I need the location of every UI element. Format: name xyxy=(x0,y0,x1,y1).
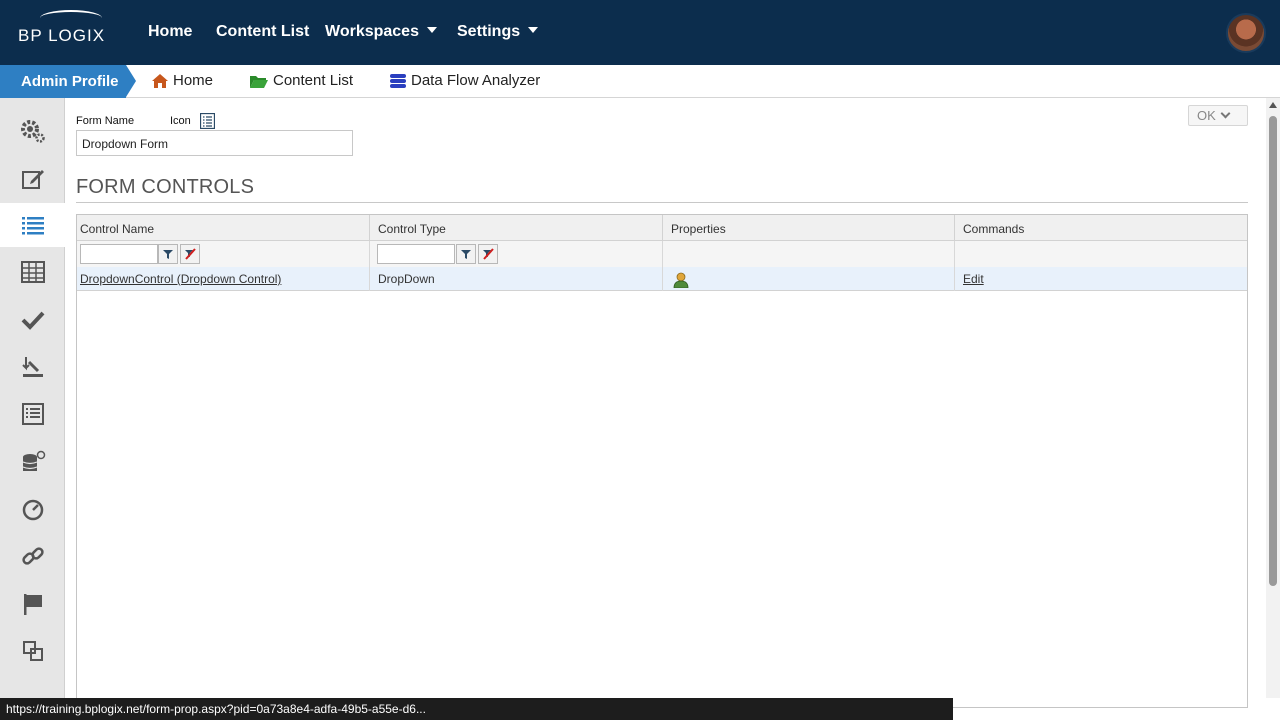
filter-row xyxy=(77,241,1247,267)
column-header-properties: Properties xyxy=(663,215,955,241)
edit-icon xyxy=(21,170,44,189)
sidebar-item-tasks[interactable] xyxy=(0,298,65,342)
icon-label: Icon xyxy=(170,115,191,127)
control-type-clear-filter-button[interactable] xyxy=(478,244,498,264)
main-content: Form Name Icon Dropdown Form OK FORM CON… xyxy=(66,98,1266,708)
edit-link[interactable]: Edit xyxy=(963,272,984,286)
flag-icon xyxy=(23,594,42,615)
user-properties-icon[interactable] xyxy=(673,272,689,289)
commands-cell: Edit xyxy=(955,267,1247,291)
nav-settings[interactable]: Settings xyxy=(457,23,539,41)
sidebar-item-flags[interactable] xyxy=(0,582,65,626)
properties-cell xyxy=(663,267,955,291)
control-name-filter-button[interactable] xyxy=(158,244,178,264)
gauge-icon xyxy=(22,499,43,521)
document-list-icon xyxy=(21,403,44,425)
scroll-up-arrow-icon[interactable] xyxy=(1269,102,1277,108)
form-name-input[interactable]: Dropdown Form xyxy=(76,130,353,156)
vertical-scrollbar[interactable] xyxy=(1266,98,1280,698)
control-name-filter-input[interactable] xyxy=(80,244,158,264)
download-icon xyxy=(21,357,43,377)
bplogix-logo[interactable]: BP LOGIX xyxy=(18,10,105,45)
sidebar-item-database[interactable] xyxy=(0,440,65,484)
admin-profile-crumb[interactable]: Admin Profile xyxy=(0,65,136,98)
control-name-cell: DropdownControl (Dropdown Control) xyxy=(77,267,370,291)
sidebar-item-edit[interactable] xyxy=(0,157,65,201)
clear-filter-icon xyxy=(483,248,494,260)
clear-filter-icon xyxy=(185,248,196,260)
form-controls-grid: Control Name Control Type Properties Com… xyxy=(76,214,1248,708)
chevron-down-icon xyxy=(1220,108,1231,119)
top-navigation-bar: BP LOGIX Home Content List Workspaces Se… xyxy=(0,0,1280,65)
link-icon xyxy=(21,547,44,565)
clone-icon xyxy=(22,641,43,661)
sidebar-item-download[interactable] xyxy=(0,345,65,389)
sidebar-item-settings[interactable] xyxy=(0,109,65,153)
database-icon xyxy=(390,73,406,88)
nav-content-list[interactable]: Content List xyxy=(216,23,309,41)
section-divider xyxy=(76,202,1248,203)
column-header-control-type[interactable]: Control Type xyxy=(370,215,663,241)
control-type-filter-button[interactable] xyxy=(456,244,476,264)
breadcrumb-bar: Admin Profile Home Content List Data Flo… xyxy=(0,65,1280,98)
column-header-commands: Commands xyxy=(963,222,1025,236)
check-icon xyxy=(21,311,44,330)
grid-header: Control Name Control Type Properties Com… xyxy=(77,215,1247,241)
column-header-control-name[interactable]: Control Name xyxy=(77,215,370,241)
folder-open-icon xyxy=(250,75,268,88)
form-icon-picker-icon[interactable] xyxy=(200,113,215,129)
sidebar-item-links[interactable] xyxy=(0,534,65,578)
crumb-home[interactable]: Home xyxy=(151,72,213,89)
chevron-down-icon xyxy=(426,26,437,33)
home-icon xyxy=(152,73,168,88)
filter-icon xyxy=(163,250,173,259)
status-bar-url: https://training.bplogix.net/form-prop.a… xyxy=(0,698,953,720)
list-icon xyxy=(21,217,44,235)
gears-icon xyxy=(20,120,45,143)
database-add-icon xyxy=(22,450,45,471)
scrollbar-thumb[interactable] xyxy=(1269,116,1277,586)
crumb-data-flow-analyzer[interactable]: Data Flow Analyzer xyxy=(389,72,540,89)
control-name-clear-filter-button[interactable] xyxy=(180,244,200,264)
control-type-cell: DropDown xyxy=(370,267,663,291)
nav-home[interactable]: Home xyxy=(148,23,192,41)
crumb-content-list[interactable]: Content List xyxy=(249,72,353,89)
control-type-filter-input[interactable] xyxy=(377,244,455,264)
ok-button[interactable]: OK xyxy=(1188,105,1248,126)
section-title: FORM CONTROLS xyxy=(76,176,255,198)
user-avatar[interactable] xyxy=(1226,13,1266,53)
sidebar-item-table[interactable] xyxy=(0,250,65,294)
sidebar-item-clone[interactable] xyxy=(0,629,65,673)
form-name-label: Form Name xyxy=(76,115,135,127)
sidebar-item-list[interactable] xyxy=(0,203,65,247)
control-name-link[interactable]: DropdownControl (Dropdown Control) xyxy=(80,272,281,286)
table-icon xyxy=(20,261,45,283)
nav-workspaces[interactable]: Workspaces xyxy=(325,23,437,41)
sidebar-item-document-list[interactable] xyxy=(0,392,65,436)
table-row: DropdownControl (Dropdown Control) DropD… xyxy=(77,267,1247,291)
sidebar-item-dashboard[interactable] xyxy=(0,487,65,531)
filter-icon xyxy=(461,250,471,259)
left-sidebar xyxy=(0,98,65,720)
chevron-down-icon xyxy=(528,26,539,33)
